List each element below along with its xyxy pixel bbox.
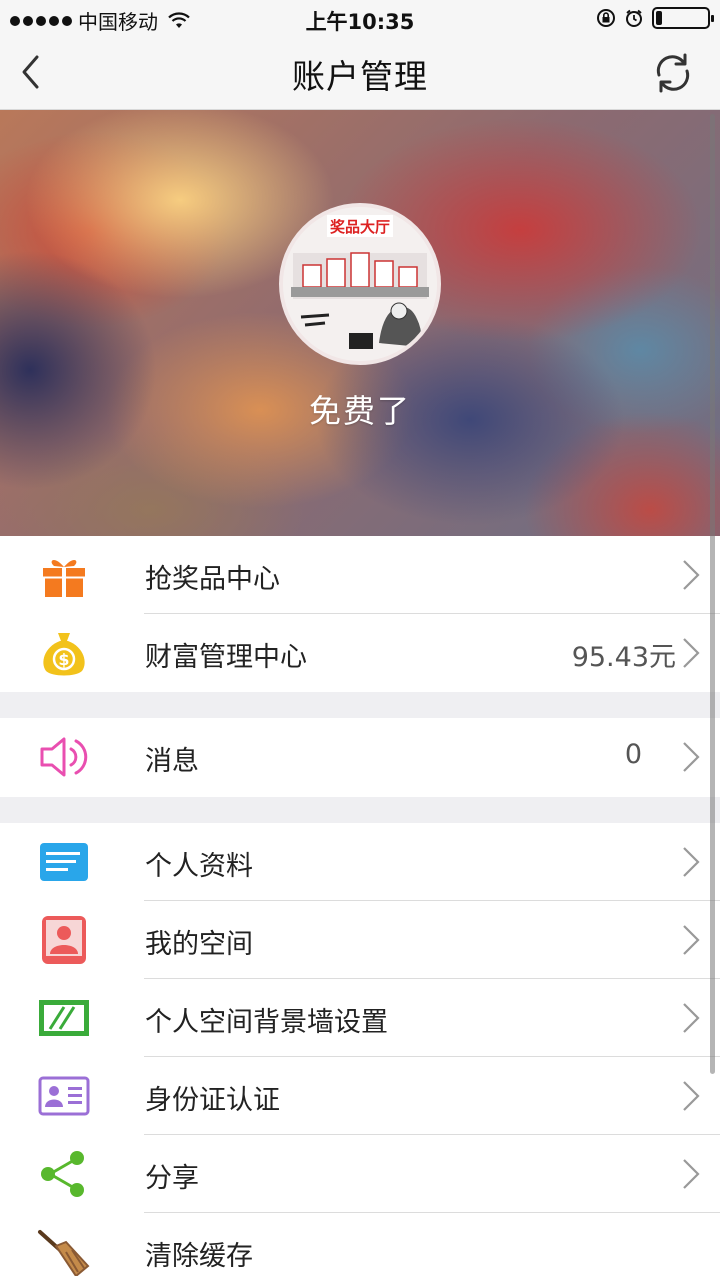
row-my-space[interactable]: 我的空间 [0,901,720,979]
list-section-account: 个人资料 我的空间 个人空间背景墙设置 身份证认证 分享 清除缓存 [0,823,720,1280]
profile-card-icon [36,838,92,886]
status-right [596,7,714,29]
row-wealth-center[interactable]: $ 财富管理中心 95.43元 [0,614,720,692]
chevron-right-icon [683,742,700,772]
row-id-verification[interactable]: 身份证认证 [0,1057,720,1135]
row-label: 身份证认证 [145,1085,280,1116]
balance-value: 95.43元 [571,642,676,673]
username: 免费了 [308,392,411,430]
broom-icon [36,1228,92,1276]
rotation-lock-icon [597,9,615,27]
id-card-icon [36,1072,92,1120]
list-section-messages: 消息 0 [0,718,720,796]
refresh-icon[interactable] [650,50,696,96]
battery-icon [652,7,714,29]
avatar[interactable]: 奖品大厅 [279,203,441,365]
svg-text:$: $ [58,650,69,669]
alarm-icon [626,9,642,27]
row-label: 消息 [145,746,199,777]
gift-icon [36,551,92,599]
row-label: 抢奖品中心 [145,564,280,595]
scrollbar[interactable] [710,114,715,1074]
chevron-right-icon [683,1081,700,1111]
chevron-right-icon [683,1159,700,1189]
chevron-right-icon [683,1003,700,1033]
chevron-right-icon [683,847,700,877]
row-messages[interactable]: 消息 0 [0,718,720,796]
row-background-wall[interactable]: 个人空间背景墙设置 [0,979,720,1057]
row-label: 个人资料 [145,851,253,882]
row-label: 分享 [145,1163,199,1194]
row-share[interactable]: 分享 [0,1135,720,1213]
share-icon [36,1150,92,1198]
avatar-image: 奖品大厅 [283,207,437,361]
row-label: 个人空间背景墙设置 [145,1007,388,1038]
list-section-rewards: 抢奖品中心 $ 财富管理中心 95.43元 [0,536,720,692]
row-profile[interactable]: 个人资料 [0,823,720,901]
user-avatar-icon [36,916,92,964]
chevron-right-icon [683,925,700,955]
avatar-title-text: 奖品大厅 [330,218,390,236]
section-separator [0,797,720,823]
row-label: 清除缓存 [145,1241,253,1272]
status-bar: 中国移动 上午10:35 [0,0,720,36]
money-bag-icon: $ [36,629,92,677]
row-clear-cache[interactable]: 清除缓存 [0,1213,720,1280]
row-prize-center[interactable]: 抢奖品中心 [0,536,720,614]
nav-bar: 账户管理 [0,36,720,110]
row-label: 财富管理中心 [145,642,307,673]
chevron-right-icon [683,638,700,668]
wallpaper-icon [36,994,92,1042]
speaker-icon [36,733,92,781]
message-count: 0 [624,739,642,770]
row-label: 我的空间 [145,929,253,960]
chevron-right-icon [683,560,700,590]
page-title: 账户管理 [292,57,428,96]
section-separator [0,692,720,718]
